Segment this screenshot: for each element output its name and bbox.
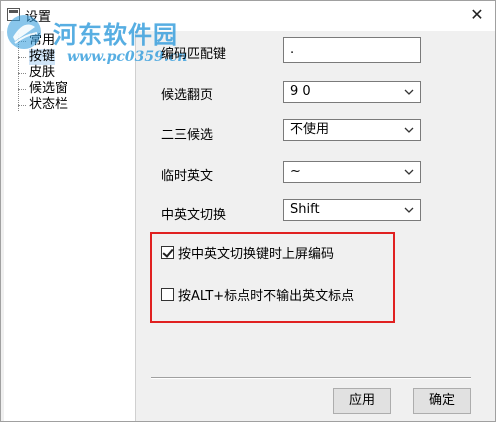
- cn-en-switch-select[interactable]: Shift: [283, 199, 421, 221]
- candidate-page-label: 候选翻页: [161, 88, 214, 103]
- window-title: 设置: [25, 10, 52, 25]
- second-third-candidate-value: 不使用: [290, 122, 330, 137]
- window-icon: [7, 8, 20, 21]
- nav-item-keys[interactable]: 按键: [29, 49, 56, 65]
- temp-english-select[interactable]: ~: [283, 161, 421, 183]
- tree-connector: [18, 57, 26, 58]
- candidate-page-value: 9 0: [290, 84, 311, 99]
- alt-punct-option[interactable]: 按ALT+标点时不输出英文标点: [161, 285, 354, 304]
- commit-code-on-switch-label: 按中英文切换键时上屏编码: [178, 247, 335, 262]
- nav-item-common[interactable]: 常用: [29, 33, 55, 49]
- chevron-down-icon: [404, 207, 414, 213]
- tree-connector: [18, 73, 26, 74]
- tree-connector: [18, 105, 26, 106]
- cn-en-switch-value: Shift: [290, 202, 320, 217]
- settings-window: 设置 ✕ 常用 按键 皮肤 候选窗 状态栏 河东软件园 www.pc0359.c…: [0, 0, 496, 422]
- chevron-down-icon: [404, 127, 414, 133]
- chevron-down-icon: [404, 89, 414, 95]
- nav-item-status-bar[interactable]: 状态栏: [29, 97, 68, 113]
- commit-code-on-switch-option[interactable]: 按中英文切换键时上屏编码: [161, 243, 334, 262]
- temp-english-label: 临时英文: [161, 169, 214, 184]
- tree-connector: [18, 41, 26, 42]
- chevron-down-icon: [404, 169, 414, 175]
- temp-english-value: ~: [290, 164, 301, 179]
- nav-tree: 常用 按键 皮肤 候选窗 状态栏: [4, 31, 136, 421]
- second-third-candidate-select[interactable]: 不使用: [283, 119, 421, 141]
- alt-punct-checkbox[interactable]: [161, 288, 174, 301]
- tree-connector: [18, 33, 19, 111]
- apply-button[interactable]: 应用: [333, 388, 391, 414]
- nav-item-candidate-window[interactable]: 候选窗: [29, 81, 68, 97]
- nav-item-skin[interactable]: 皮肤: [29, 65, 55, 81]
- code-match-key-input[interactable]: .: [283, 37, 421, 63]
- ok-button[interactable]: 确定: [413, 388, 471, 414]
- alt-punct-label: 按ALT+标点时不输出英文标点: [178, 289, 355, 304]
- code-match-key-label: 编码匹配键: [161, 47, 227, 62]
- separator: [151, 377, 471, 379]
- close-icon[interactable]: ✕: [465, 3, 489, 27]
- commit-code-on-switch-checkbox[interactable]: [161, 246, 174, 259]
- tree-connector: [18, 89, 26, 90]
- cn-en-switch-label: 中英文切换: [161, 208, 227, 223]
- candidate-page-select[interactable]: 9 0: [283, 81, 421, 103]
- title-bar: 设置 ✕: [1, 1, 495, 31]
- second-third-candidate-label: 二三候选: [161, 128, 214, 143]
